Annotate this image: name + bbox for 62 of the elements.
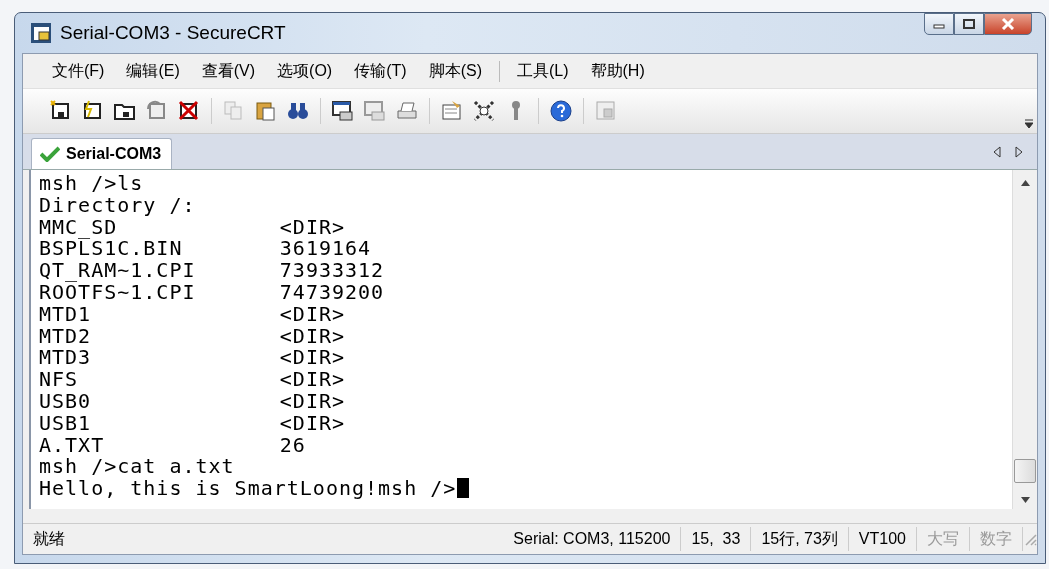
file-name: ROOTFS~1.CPI: [39, 282, 197, 304]
status-field: 大写: [917, 527, 970, 551]
status-field: 15, 33: [681, 527, 752, 551]
file-size: 3619164: [279, 238, 372, 261]
file-name: MMC_SD: [39, 216, 118, 239]
file-name: USB1: [39, 412, 93, 435]
status-field: 就绪: [23, 527, 504, 551]
status-field: Serial: COM3, 115200: [503, 527, 682, 551]
terminal-line: Directory /:: [39, 194, 196, 217]
menu-item[interactable]: 文件(F): [41, 60, 116, 82]
file-name: BSPLS1C.BIN: [39, 238, 184, 261]
print-screen-icon[interactable]: [363, 99, 387, 123]
print-window-icon[interactable]: [331, 99, 355, 123]
status-field: VT100: [848, 527, 917, 551]
terminal-line: msh />cat a.txt: [39, 456, 235, 479]
app-window-icon: [30, 22, 52, 44]
file-size: 73933312: [279, 260, 385, 282]
file-size: 74739200: [279, 282, 385, 304]
menu-item[interactable]: 编辑(E): [115, 60, 191, 82]
scroll-thumb[interactable]: [1014, 459, 1036, 483]
right-arrow-icon[interactable]: [1015, 145, 1023, 158]
file-name: NFS: [39, 369, 80, 391]
maximize-button[interactable]: [954, 13, 984, 35]
minimize-button[interactable]: [924, 13, 954, 35]
resize-grip-icon[interactable]: [1023, 532, 1037, 546]
file-name: MTD1: [39, 303, 93, 326]
file-size: 26: [279, 434, 306, 457]
file-size: <DIR>: [279, 325, 346, 348]
menu-item[interactable]: 查看(V): [190, 60, 267, 82]
menu-item[interactable]: 工具(L): [498, 60, 580, 82]
file-size: <DIR>: [279, 347, 346, 370]
close-icon: [1001, 18, 1015, 30]
window-title: Serial-COM3 - SecureCRT: [60, 22, 286, 44]
maximize-icon: [963, 19, 975, 29]
session-tab[interactable]: Serial-COM3: [31, 138, 173, 169]
file-name: USB0: [39, 390, 93, 413]
file-name: QT_RAM~1.CPI: [39, 260, 197, 282]
file-size: <DIR>: [279, 216, 346, 239]
status-field: 数字: [970, 527, 1023, 551]
overflow-icon[interactable]: [1025, 119, 1033, 129]
scroll-up-icon[interactable]: [1020, 180, 1030, 186]
help-icon[interactable]: [549, 99, 573, 123]
menu-item[interactable]: 选项(O): [266, 60, 344, 82]
clipboard-icon[interactable]: [254, 99, 278, 123]
file-size: <DIR>: [279, 303, 346, 326]
menu-item[interactable]: 脚本(S): [417, 60, 493, 82]
status-field: 15行, 73列: [751, 527, 849, 551]
file-size: <DIR>: [279, 412, 346, 435]
properties-icon[interactable]: [440, 99, 464, 123]
vertical-scrollbar[interactable]: [1012, 170, 1037, 509]
file-name: A.TXT: [39, 434, 106, 457]
left-arrow-icon[interactable]: [993, 145, 1001, 158]
file-size: <DIR>: [279, 369, 346, 391]
scroll-down-icon[interactable]: [1020, 497, 1030, 503]
file-name: MTD3: [39, 347, 93, 370]
close-button[interactable]: [984, 13, 1032, 35]
file-name: MTD2: [39, 325, 93, 348]
menu-item[interactable]: 帮助(H): [579, 60, 656, 82]
terminal-line: Hello, this is SmartLoong!msh />: [39, 478, 457, 500]
menu-item[interactable]: 传输(T): [343, 60, 418, 82]
terminal-line: msh />ls: [39, 173, 144, 195]
file-size: <DIR>: [279, 390, 346, 413]
